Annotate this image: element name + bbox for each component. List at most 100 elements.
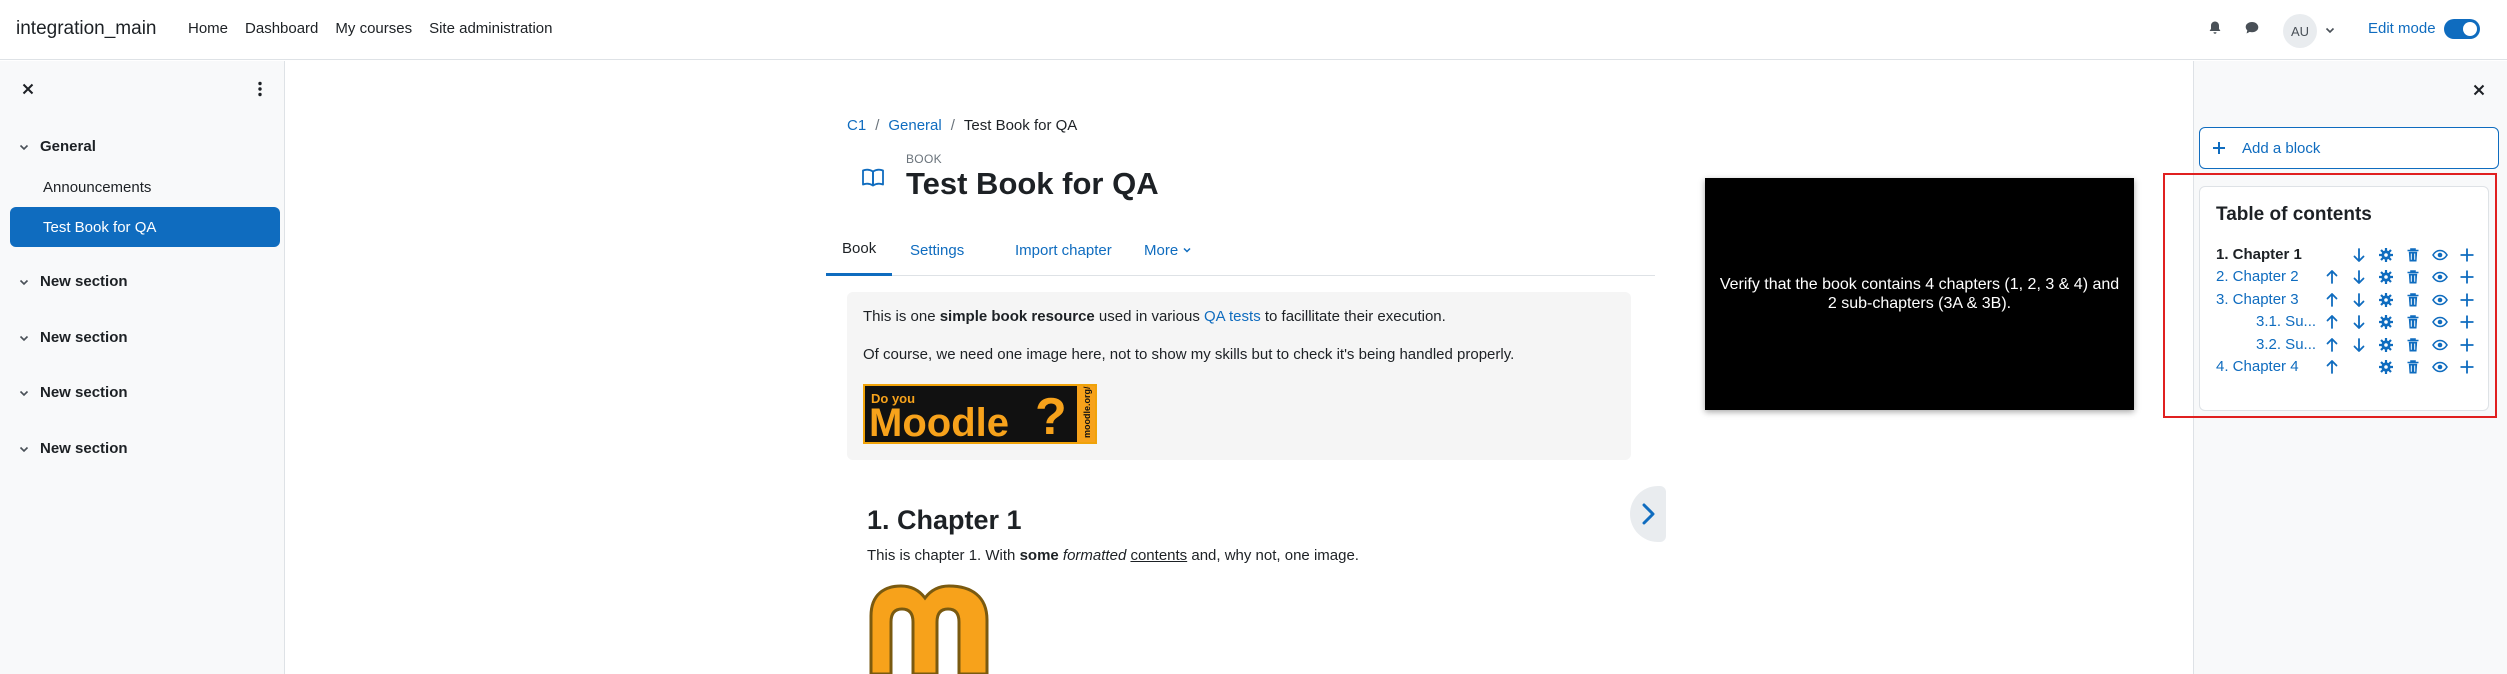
breadcrumb-link-course[interactable]: C1 (847, 117, 866, 134)
chevron-down-icon[interactable] (2324, 24, 2336, 36)
tab-import-chapter[interactable]: Import chapter (999, 224, 1128, 276)
plus-icon[interactable] (2459, 269, 2475, 285)
trash-icon[interactable] (2405, 247, 2421, 263)
plus-icon[interactable] (2459, 359, 2475, 375)
arrow-up-icon[interactable] (2324, 292, 2340, 308)
plus-icon[interactable] (2459, 314, 2475, 330)
nav-link-my-courses[interactable]: My courses (335, 20, 412, 37)
nav-link-home[interactable]: Home (188, 20, 228, 37)
toc-heading: Table of contents (2216, 204, 2372, 225)
nav-link-dashboard[interactable]: Dashboard (245, 20, 318, 37)
moodle-m-logo (867, 582, 995, 674)
arrow-down-icon[interactable] (2351, 292, 2367, 308)
intro-paragraph-1: This is one simple book resource used in… (863, 308, 1446, 325)
kebab-menu-icon[interactable] (252, 80, 268, 98)
section-title: New section (40, 273, 128, 290)
trash-icon[interactable] (2405, 269, 2421, 285)
next-chapter-button[interactable] (1630, 486, 1666, 542)
svg-text:Moodle: Moodle (869, 401, 1009, 442)
section-title: New section (40, 384, 128, 401)
trash-icon[interactable] (2405, 359, 2421, 375)
add-block-button[interactable]: Add a block (2199, 127, 2499, 169)
chapter-underlined-text: contents (1130, 547, 1188, 564)
trash-icon[interactable] (2405, 292, 2421, 308)
course-section-new-4[interactable]: New section (18, 440, 128, 457)
toc-entry-link: 1. Chapter 1 (2216, 246, 2302, 263)
toggle-knob (2463, 22, 2477, 36)
qa-tests-link[interactable]: QA tests (1204, 308, 1261, 325)
toc-entry-link[interactable]: 3. Chapter 3 (2216, 291, 2299, 308)
tab-more[interactable]: More (1128, 224, 1208, 276)
plus-icon[interactable] (2459, 292, 2475, 308)
section-title: New section (40, 440, 128, 457)
course-section-general[interactable]: General (18, 138, 96, 155)
toc-entry-link[interactable]: 4. Chapter 4 (2216, 358, 2299, 375)
course-section-new-3[interactable]: New section (18, 384, 128, 401)
course-section-new-2[interactable]: New section (18, 329, 128, 346)
course-section-new-1[interactable]: New section (18, 273, 128, 290)
chevron-down-icon[interactable] (18, 443, 30, 455)
chevron-down-icon[interactable] (18, 141, 30, 153)
activity-type-label: BOOK (906, 152, 942, 166)
eye-icon[interactable] (2432, 247, 2448, 263)
chapter-text-part: This is chapter 1. With (867, 547, 1020, 564)
gear-icon[interactable] (2378, 314, 2394, 330)
user-avatar[interactable]: AU (2283, 14, 2317, 48)
edit-mode-toggle[interactable] (2444, 19, 2480, 39)
trash-icon[interactable] (2405, 314, 2421, 330)
trash-icon[interactable] (2405, 337, 2421, 353)
eye-icon[interactable] (2432, 292, 2448, 308)
toc-entry-link[interactable]: 3.2. Su... (2256, 336, 2316, 353)
gear-icon[interactable] (2378, 269, 2394, 285)
arrow-up-icon[interactable] (2324, 314, 2340, 330)
gear-icon[interactable] (2378, 247, 2394, 263)
book-icon (860, 164, 886, 190)
intro-text: This is one (863, 308, 940, 325)
arrow-up-icon[interactable] (2324, 269, 2340, 285)
gear-icon[interactable] (2378, 359, 2394, 375)
chevron-down-icon[interactable] (18, 387, 30, 399)
course-item-test-book[interactable]: Test Book for QA (10, 207, 280, 247)
eye-icon[interactable] (2432, 269, 2448, 285)
tab-settings[interactable]: Settings (894, 224, 980, 276)
qa-instruction-text: Verify that the book contains 4 chapters… (1719, 275, 2120, 312)
arrow-down-icon[interactable] (2351, 269, 2367, 285)
svg-text:moodle.org/do: moodle.org/do (1082, 386, 1092, 438)
arrow-down-icon[interactable] (2351, 337, 2367, 353)
gear-icon[interactable] (2378, 292, 2394, 308)
qa-instruction-note: Verify that the book contains 4 chapters… (1705, 178, 2134, 410)
arrow-down-icon[interactable] (2351, 247, 2367, 263)
toc-entry-link[interactable]: 3.1. Su... (2256, 313, 2316, 330)
eye-icon[interactable] (2432, 359, 2448, 375)
plus-icon[interactable] (2459, 247, 2475, 263)
eye-icon[interactable] (2432, 337, 2448, 353)
chapter-text: This is chapter 1. With some formatted c… (867, 547, 1359, 564)
edit-mode-label: Edit mode (2368, 20, 2436, 37)
close-icon[interactable] (2471, 82, 2487, 98)
user-initials: AU (2290, 23, 2310, 39)
nav-link-site-administration[interactable]: Site administration (429, 20, 552, 37)
gear-icon[interactable] (2378, 337, 2394, 353)
course-item-announcements[interactable]: Announcements (10, 167, 280, 207)
toc-entry-link[interactable]: 2. Chapter 2 (2216, 268, 2299, 285)
intro-text: used in various (1094, 308, 1204, 325)
arrow-up-icon[interactable] (2324, 337, 2340, 353)
arrow-up-icon[interactable] (2324, 359, 2340, 375)
arrow-down-icon[interactable] (2351, 314, 2367, 330)
section-title: General (40, 138, 96, 155)
chevron-down-icon[interactable] (18, 276, 30, 288)
bell-icon[interactable] (2207, 20, 2225, 38)
tab-book[interactable]: Book (826, 224, 893, 276)
eye-icon[interactable] (2432, 314, 2448, 330)
chevron-down-icon[interactable] (18, 332, 30, 344)
close-icon[interactable] (20, 81, 36, 97)
site-name[interactable]: integration_main (16, 18, 156, 40)
intro-bold-text: simple book resource (939, 308, 1095, 325)
do-you-moodle-banner: Do you Moodle ? moodle.org/do (863, 384, 1097, 444)
top-navbar: integration_main Home Dashboard My cours… (0, 0, 2507, 60)
breadcrumb-link-section[interactable]: General (888, 117, 941, 134)
plus-icon[interactable] (2459, 337, 2475, 353)
breadcrumb: C1 / General / Test Book for QA (847, 117, 1077, 134)
chat-bubble-icon[interactable] (2244, 20, 2262, 38)
chevron-down-icon (1182, 245, 1192, 255)
